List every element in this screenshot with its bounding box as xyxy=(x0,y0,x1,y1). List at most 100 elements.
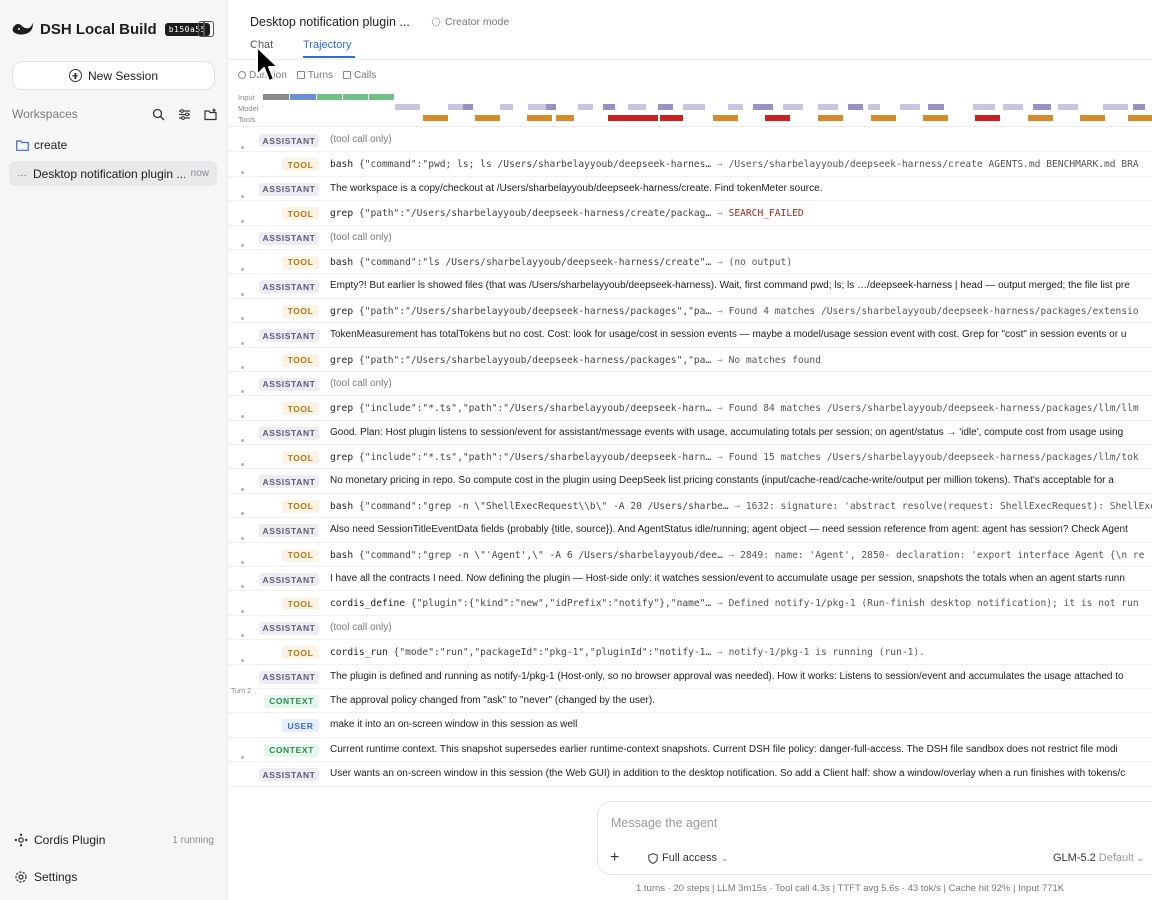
active-tab-indicator xyxy=(303,56,355,58)
trajectory-row[interactable]: ASSISTANT Also need SessionTitleEventData… xyxy=(228,512,1152,543)
tool-args: {"plugin":{"kind":"new","idPrefix":"noti… xyxy=(410,598,712,610)
session-item[interactable]: … Desktop notification plugin ... now xyxy=(9,161,217,186)
timeline-segment[interactable] xyxy=(660,115,683,121)
model-dropdown[interactable]: GLM-5.2 Default ⌄ xyxy=(1053,852,1144,864)
timeline-segment[interactable] xyxy=(343,94,368,100)
subtab-turns[interactable]: Turns xyxy=(296,70,333,81)
trajectory-row[interactable]: USER make it into an on-screen window in … xyxy=(228,713,1152,738)
trajectory-row[interactable]: TOOL bash {"command":"grep -n \"'Agent',\… xyxy=(228,536,1152,568)
timeline-segment[interactable] xyxy=(369,94,394,100)
timeline-segment[interactable] xyxy=(395,104,420,110)
timeline-segment[interactable] xyxy=(448,104,463,110)
timeline-segment[interactable] xyxy=(633,115,658,121)
timeline-segment[interactable] xyxy=(713,115,738,121)
creator-mode-button[interactable]: Creator mode xyxy=(431,16,509,28)
trajectory-row[interactable]: CONTEXT Current runtime context. This sna… xyxy=(228,738,1152,763)
timeline-segment[interactable] xyxy=(527,115,552,121)
timeline-segment[interactable] xyxy=(683,104,705,110)
timeline-segment[interactable] xyxy=(1028,115,1053,121)
trajectory-row[interactable]: TOOL bash {"command":"ls /Users/sharbelay… xyxy=(228,243,1152,275)
trajectory-row[interactable]: ASSISTANT (tool call only) xyxy=(228,128,1152,153)
timeline-segment[interactable] xyxy=(818,104,838,110)
trajectory-row[interactable]: TOOL grep {"include":"*.ts","path":"/User… xyxy=(228,390,1152,421)
timeline-segment[interactable] xyxy=(317,94,342,100)
timeline-segment[interactable] xyxy=(765,115,790,121)
trajectory-row[interactable]: ASSISTANT (tool call only) xyxy=(228,219,1152,250)
step-dot xyxy=(241,487,244,491)
trajectory-row[interactable]: ASSISTANT TokenMeasurement has totalToken… xyxy=(228,317,1152,348)
new-folder-icon[interactable] xyxy=(204,108,217,121)
timeline-segment[interactable] xyxy=(475,115,500,121)
timeline-segment[interactable] xyxy=(608,115,633,121)
sidebar-toggle-icon[interactable] xyxy=(198,21,214,37)
tool-name: bash xyxy=(330,256,354,268)
timeline-segment[interactable] xyxy=(923,115,948,121)
new-session-button[interactable]: New Session xyxy=(12,61,215,90)
timeline-segment[interactable] xyxy=(1033,104,1051,110)
timeline-segment[interactable] xyxy=(871,115,896,121)
timeline-segment[interactable] xyxy=(818,115,843,121)
timeline-segment[interactable] xyxy=(628,104,646,110)
tab-trajectory[interactable]: Trajectory xyxy=(303,39,352,51)
timeline-segment[interactable] xyxy=(603,104,615,110)
timeline-segment[interactable] xyxy=(556,115,574,121)
timeline-segment[interactable] xyxy=(1058,104,1078,110)
cordis-plugin-item[interactable]: Cordis Plugin 1 running xyxy=(14,833,214,847)
timeline-segment[interactable] xyxy=(578,104,593,110)
trajectory-row[interactable]: ASSISTANT (tool call only) xyxy=(228,365,1152,397)
subtab-calls[interactable]: Calls xyxy=(343,70,376,81)
assistant-message: (tool call only) xyxy=(330,231,392,243)
trajectory-row[interactable]: TOOL grep {"path":"/Users/sharbelayyoub/d… xyxy=(228,195,1152,226)
trajectory-row[interactable]: ASSISTANT Good. Plan: Host plugin listens… xyxy=(228,414,1152,446)
access-dropdown[interactable]: Full access ⌄ xyxy=(648,852,729,864)
trajectory-row[interactable]: ASSISTANT The plugin is defined and runni… xyxy=(228,658,1152,689)
timeline-segment[interactable] xyxy=(975,115,1000,121)
timeline-segment[interactable] xyxy=(546,104,556,110)
trajectory-row[interactable]: ASSISTANT (tool call only) xyxy=(228,609,1152,641)
timeline-segment[interactable] xyxy=(500,104,513,110)
trajectory-row[interactable]: ASSISTANT User wants an on-screen window … xyxy=(228,756,1152,787)
trajectory-row[interactable]: TOOL bash {"command":"grep -n \"ShellExec… xyxy=(228,487,1152,519)
search-icon[interactable] xyxy=(152,108,165,121)
timeline-segment[interactable] xyxy=(783,104,803,110)
filter-icon[interactable] xyxy=(178,108,191,121)
timeline-segment[interactable] xyxy=(973,104,995,110)
trajectory-row[interactable]: TOOL grep {"include":"*.ts","path":"/User… xyxy=(228,439,1152,470)
timeline-segment[interactable] xyxy=(528,104,546,110)
trajectory-row[interactable]: ASSISTANT Empty?! But earlier ls showed f… xyxy=(228,268,1152,299)
timeline-segment[interactable] xyxy=(1103,104,1128,110)
trajectory-row[interactable]: ASSISTANT No monetary pricing in repo. So… xyxy=(228,463,1152,494)
trajectory-row[interactable]: Turn 2 CONTEXT The approval policy changed… xyxy=(228,688,1152,714)
timeline-segment[interactable] xyxy=(928,104,944,110)
timeline-segment[interactable] xyxy=(463,104,473,110)
timeline-segment[interactable] xyxy=(753,104,773,110)
timeline-segment[interactable] xyxy=(1003,104,1023,110)
timeline-segment[interactable] xyxy=(868,104,880,110)
composer: Message the agent + Full access ⌄ GLM-5.… xyxy=(597,801,1152,875)
trajectory-row[interactable]: TOOL grep {"path":"/Users/sharbelayyoub/d… xyxy=(228,341,1152,372)
message-input[interactable]: Message the agent xyxy=(611,816,717,830)
attach-plus-button[interactable]: + xyxy=(610,850,619,866)
assistant-badge: ASSISTANT xyxy=(259,182,319,196)
timeline-segment[interactable] xyxy=(658,104,673,110)
trajectory-row[interactable]: ASSISTANT I have all the contracts I need… xyxy=(228,561,1152,592)
trajectory-row[interactable]: TOOL bash {"command":"pwd; ls; ls /Users/… xyxy=(228,146,1152,177)
trajectory-row[interactable]: TOOL cordis_run {"mode":"run","packageId"… xyxy=(228,634,1152,665)
trajectory-row[interactable]: TOOL grep {"path":"/Users/sharbelayyoub/d… xyxy=(228,292,1152,324)
user-badge: USER xyxy=(282,719,319,733)
timeline-segment[interactable] xyxy=(1128,115,1152,121)
workspace-item-create[interactable]: create xyxy=(16,138,67,152)
tool-args: {"include":"*.ts","path":"/Users/sharbel… xyxy=(358,403,712,415)
tool-name: cordis_run xyxy=(330,647,388,659)
timeline-segment[interactable] xyxy=(1133,104,1145,110)
timeline-segment[interactable] xyxy=(728,104,743,110)
trajectory-row[interactable]: ASSISTANT The workspace is a copy/checkou… xyxy=(228,170,1152,202)
timeline-segment[interactable] xyxy=(423,115,448,121)
trajectory-row[interactable]: TOOL cordis_define {"plugin":{"kind":"new… xyxy=(228,585,1152,616)
timeline-segment[interactable] xyxy=(263,94,289,100)
timeline-segment[interactable] xyxy=(1080,115,1105,121)
timeline-segment[interactable] xyxy=(290,94,316,100)
timeline-segment[interactable] xyxy=(900,104,920,110)
timeline-segment[interactable] xyxy=(848,104,863,110)
settings-item[interactable]: Settings xyxy=(14,870,77,884)
